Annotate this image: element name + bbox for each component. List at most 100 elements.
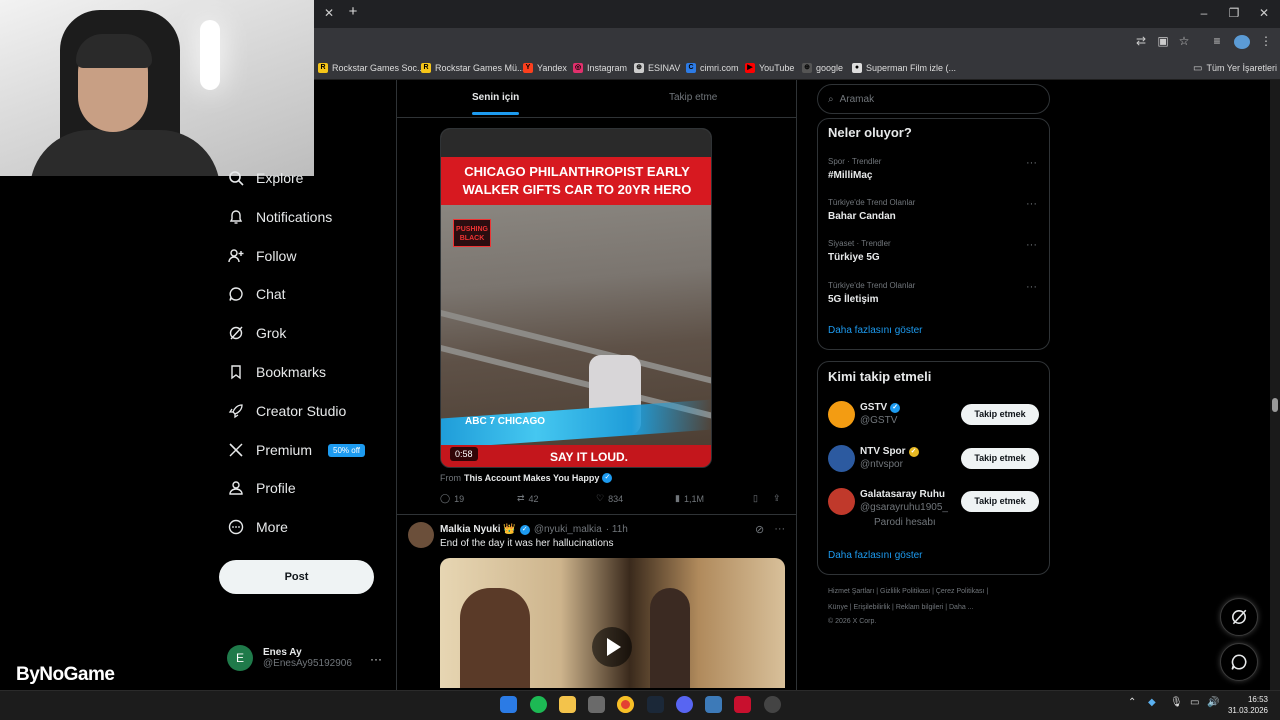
- reply-button[interactable]: ◯ 19: [440, 493, 464, 504]
- nav-bookmarks[interactable]: Bookmarks: [228, 359, 326, 385]
- tray-overflow-icon[interactable]: ⌃: [1128, 697, 1136, 708]
- file-explorer-icon[interactable]: [559, 696, 576, 713]
- translate-icon[interactable]: ⇄: [1134, 34, 1148, 48]
- bookmark-item[interactable]: Y Yandex: [523, 61, 567, 75]
- microphone-icon[interactable]: 🎙: [1170, 697, 1183, 708]
- nav-follow[interactable]: Follow: [228, 243, 296, 269]
- play-icon[interactable]: [592, 627, 632, 667]
- who-show-more-link[interactable]: Daha fazlasını göster: [828, 550, 923, 561]
- nav-chat[interactable]: Chat: [228, 281, 286, 307]
- add-person-icon: [228, 249, 244, 263]
- messages-float-button[interactable]: [1220, 643, 1258, 681]
- bookmark-item[interactable]: Ccimri.com: [686, 61, 739, 75]
- suggested-account-name[interactable]: NTV Spor ✓: [860, 446, 919, 457]
- window-close-icon[interactable]: ✕: [1256, 6, 1272, 20]
- nav-premium[interactable]: Premium 50% off: [228, 437, 365, 463]
- all-bookmarks[interactable]: ▭ Tüm Yer İşaretleri: [1193, 61, 1277, 75]
- search-input[interactable]: ⌕ Aramak: [817, 84, 1050, 114]
- nav-profile[interactable]: Profile: [228, 475, 296, 501]
- avatar[interactable]: [828, 445, 855, 472]
- trend-item[interactable]: Türkiye 5G: [828, 252, 880, 263]
- account-switcher[interactable]: E Enes Ay @EnesAy95192906: [227, 645, 352, 671]
- bookmark-item[interactable]: R Rockstar Games Mü...: [421, 61, 525, 75]
- windows-start-icon[interactable]: [500, 696, 517, 713]
- menu-kebab-icon[interactable]: ⋮: [1259, 34, 1273, 48]
- video-player[interactable]: CHICAGO PHILANTHROPIST EARLY WALKER GIFT…: [440, 128, 712, 468]
- media-control-icon[interactable]: ≡: [1210, 34, 1224, 48]
- follow-button[interactable]: Takip etmek: [961, 491, 1039, 512]
- footer-links[interactable]: Künye | Erişilebilirlik | Reklam bilgile…: [828, 604, 974, 611]
- grok-icon: [1232, 609, 1247, 625]
- trends-card: [817, 118, 1050, 350]
- video-player[interactable]: [440, 558, 785, 688]
- system-clock[interactable]: 16:53 31.03.2026: [1226, 694, 1268, 716]
- nav-grok[interactable]: Grok: [228, 320, 286, 346]
- like-button[interactable]: ♡ 834: [596, 493, 623, 504]
- avatar[interactable]: [828, 401, 855, 428]
- cast-icon[interactable]: ▣: [1156, 34, 1170, 48]
- discord-icon[interactable]: [676, 696, 693, 713]
- repost-button[interactable]: ⇄ 42: [517, 493, 539, 504]
- suggested-account-name[interactable]: GSTV ✓: [860, 402, 901, 413]
- trend-item[interactable]: #MilliMaç: [828, 170, 872, 181]
- share-icon[interactable]: ⇪: [773, 493, 781, 504]
- bookmark-item[interactable]: ◎ Instagram: [573, 61, 627, 75]
- author-handle[interactable]: @nyuki_malkia: [534, 524, 602, 535]
- post-header: Malkia Nyuki 👑 ✓ @nyuki_malkia · 11h: [440, 524, 628, 535]
- bookmark-item[interactable]: ⊕ google: [802, 61, 843, 75]
- trend-item[interactable]: Bahar Candan: [828, 211, 896, 222]
- bookmark-item[interactable]: ⊕ ESINAV: [634, 61, 680, 75]
- post-menu: ⊘ ···: [755, 523, 785, 536]
- tab-following[interactable]: Takip etme: [669, 92, 717, 103]
- store-icon[interactable]: [588, 696, 605, 713]
- nav-explore[interactable]: Explore: [228, 165, 303, 191]
- trend-item[interactable]: 5G İletişim: [828, 294, 879, 305]
- footer-links[interactable]: Hizmet Şartları | Gizlilik Politikası | …: [828, 588, 988, 595]
- more-dots-icon[interactable]: ···: [1026, 198, 1037, 210]
- follow-button[interactable]: Takip etmek: [961, 404, 1039, 425]
- more-dots-icon[interactable]: ···: [1026, 157, 1037, 169]
- new-tab-icon[interactable]: +: [346, 4, 360, 19]
- nav-more[interactable]: More: [228, 514, 288, 540]
- scrollbar[interactable]: [1270, 80, 1280, 690]
- tab-close-icon[interactable]: ✕: [322, 6, 336, 20]
- app-icon[interactable]: [705, 696, 722, 713]
- bookmark-favicon-icon: ⊕: [802, 63, 812, 73]
- bookmark-star-icon[interactable]: ☆: [1177, 34, 1191, 48]
- views-button[interactable]: ▮ 1,1M: [675, 493, 704, 504]
- avatar[interactable]: [828, 488, 855, 515]
- more-dots-icon[interactable]: ···: [1026, 239, 1037, 251]
- app-icon[interactable]: [734, 696, 751, 713]
- account-more-icon[interactable]: ···: [370, 652, 382, 666]
- tray-app-icon[interactable]: ◆: [1148, 697, 1156, 708]
- post-button[interactable]: Post: [219, 560, 374, 594]
- volume-icon[interactable]: 🔊: [1207, 697, 1219, 708]
- nav-notifications[interactable]: Notifications: [228, 204, 332, 230]
- more-dots-icon[interactable]: ···: [774, 523, 785, 536]
- network-icon[interactable]: ▭: [1190, 697, 1199, 708]
- grok-icon[interactable]: ⊘: [755, 523, 764, 536]
- app-icon[interactable]: [764, 696, 781, 713]
- scrollbar-thumb[interactable]: [1272, 398, 1278, 412]
- profile-icon[interactable]: [1234, 35, 1250, 49]
- nav-creator-studio[interactable]: Creator Studio: [228, 398, 346, 424]
- trends-show-more-link[interactable]: Daha fazlasını göster: [828, 325, 923, 336]
- steam-icon[interactable]: [647, 696, 664, 713]
- chrome-icon[interactable]: [617, 696, 634, 713]
- avatar[interactable]: [408, 522, 434, 548]
- author-name[interactable]: Malkia Nyuki 👑: [440, 524, 516, 535]
- suggested-account-handle: @ntvspor: [860, 459, 903, 470]
- suggested-account-name[interactable]: Galatasaray Ruhu: [860, 489, 945, 500]
- more-dots-icon[interactable]: ···: [1026, 281, 1037, 293]
- minimize-icon[interactable]: –: [1196, 6, 1212, 20]
- bookmark-post-icon[interactable]: ▯: [753, 493, 758, 504]
- spotify-icon[interactable]: [530, 696, 547, 713]
- tab-for-you[interactable]: Senin için: [472, 92, 519, 103]
- bookmark-item[interactable]: ● Superman Film izle (...: [852, 61, 956, 75]
- grok-float-button[interactable]: [1220, 598, 1258, 636]
- restore-icon[interactable]: ❐: [1226, 6, 1242, 20]
- bookmark-item[interactable]: ▶ YouTube: [745, 61, 794, 75]
- source-account-link[interactable]: This Account Makes You Happy: [464, 473, 599, 483]
- bookmark-item[interactable]: R Rockstar Games Soc...: [318, 61, 425, 75]
- follow-button[interactable]: Takip etmek: [961, 448, 1039, 469]
